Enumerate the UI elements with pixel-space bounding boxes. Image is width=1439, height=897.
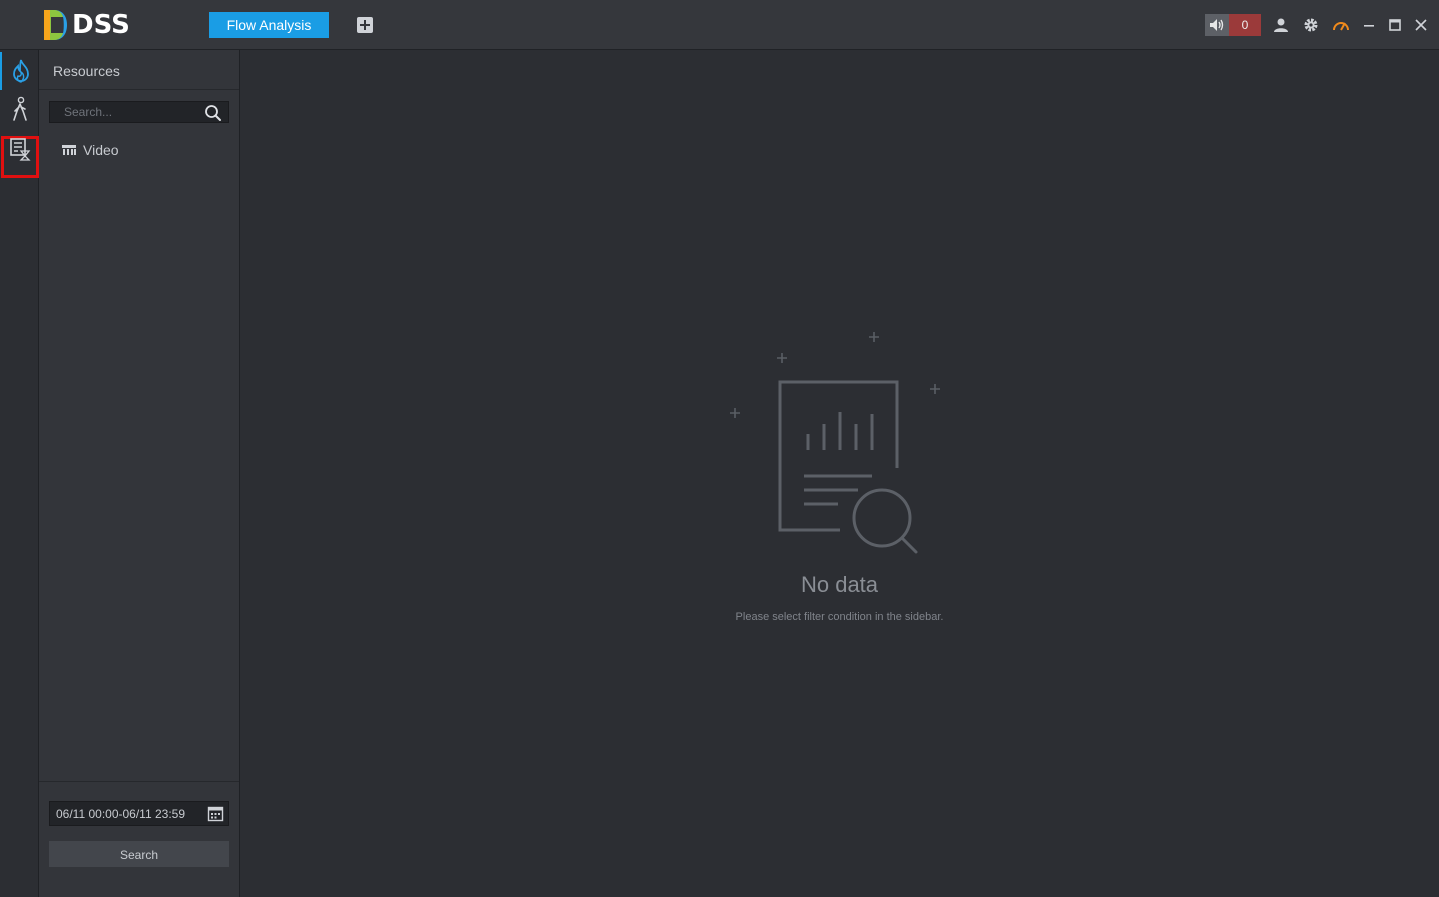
empty-state-hint: Please select filter condition in the si… bbox=[735, 611, 944, 623]
panel-title: Resources bbox=[53, 63, 120, 79]
close-icon[interactable] bbox=[1412, 16, 1430, 34]
app-logo: DSS bbox=[42, 8, 130, 42]
speaker-icon[interactable] bbox=[1205, 14, 1229, 36]
report-list-icon bbox=[9, 138, 31, 161]
resource-search bbox=[49, 101, 229, 123]
rail-item-pedestrian-flow[interactable] bbox=[0, 90, 39, 128]
date-range-picker[interactable]: 06/11 00:00-06/11 23:59 bbox=[49, 801, 229, 826]
divider bbox=[39, 781, 239, 782]
speedometer-icon[interactable] bbox=[1332, 16, 1350, 34]
video-device-icon bbox=[62, 145, 76, 155]
main-content: No data Please select filter condition i… bbox=[240, 50, 1439, 897]
maximize-icon[interactable] bbox=[1386, 16, 1404, 34]
date-range-value: 06/11 00:00-06/11 23:59 bbox=[56, 807, 185, 821]
heat-flame-icon bbox=[12, 59, 29, 83]
search-input[interactable] bbox=[50, 102, 200, 122]
pedestrian-walk-icon bbox=[12, 96, 27, 121]
tree-item-label: Video bbox=[83, 142, 119, 158]
resources-panel: Resources Video 06/11 00:00-06/11 23:59 bbox=[39, 50, 240, 897]
rail-item-heat-map[interactable] bbox=[0, 52, 39, 90]
minimize-icon[interactable] bbox=[1360, 16, 1378, 34]
tab-flow-analysis[interactable]: Flow Analysis bbox=[209, 12, 329, 38]
add-tab-icon[interactable] bbox=[357, 17, 373, 33]
alarm-count-badge: 0 bbox=[1229, 14, 1261, 36]
search-icon[interactable] bbox=[204, 104, 222, 122]
gear-icon[interactable] bbox=[1302, 16, 1320, 34]
left-icon-rail bbox=[0, 50, 39, 897]
calendar-icon[interactable] bbox=[207, 805, 224, 822]
rail-item-report[interactable] bbox=[0, 130, 39, 168]
dss-logo-icon bbox=[44, 10, 67, 40]
empty-state-title: No data bbox=[800, 572, 879, 597]
title-bar: DSS Flow Analysis 0 bbox=[0, 0, 1439, 50]
no-data-illustration-icon bbox=[730, 332, 940, 554]
user-icon[interactable] bbox=[1272, 16, 1290, 34]
tree-item-video[interactable]: Video bbox=[61, 141, 119, 159]
alarm-indicator[interactable]: 0 bbox=[1205, 14, 1261, 36]
search-button[interactable]: Search bbox=[49, 841, 229, 867]
logo-text: DSS bbox=[72, 10, 130, 40]
divider bbox=[39, 89, 239, 90]
